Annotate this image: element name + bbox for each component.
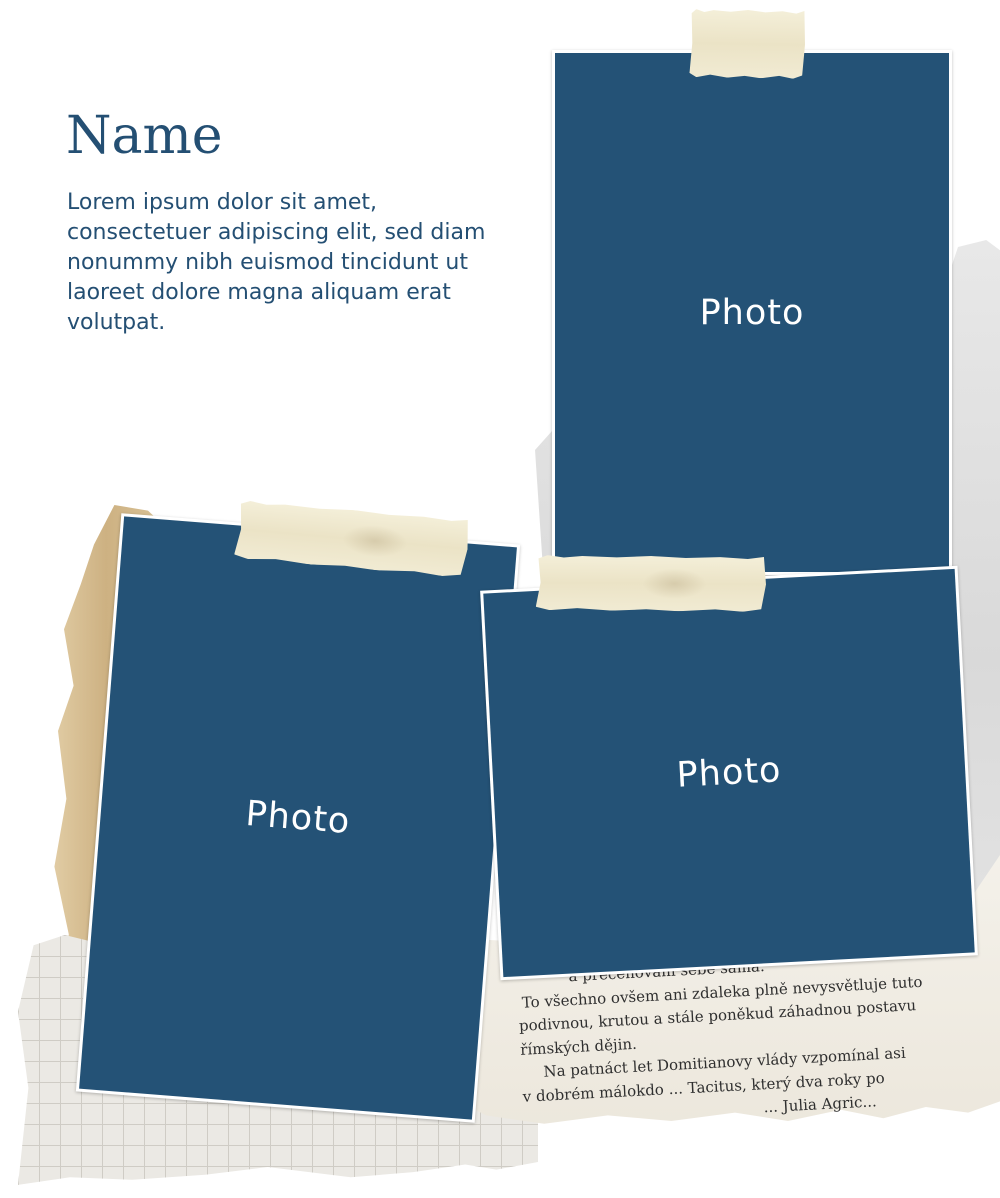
- tape-wrinkle: [339, 521, 411, 562]
- tape-strip: [536, 555, 766, 612]
- photo-frame-top-right[interactable]: Photo: [552, 50, 952, 575]
- photo-frame-bottom-right[interactable]: Photo: [480, 565, 978, 981]
- description-text: Lorem ipsum dolor sit amet, consectetuer…: [67, 190, 486, 335]
- photo-placeholder[interactable]: Photo: [483, 568, 975, 978]
- name-heading: Name: [66, 106, 223, 166]
- tape-wrinkle: [639, 567, 708, 601]
- photo-placeholder[interactable]: Photo: [555, 53, 949, 572]
- tape-strip: [689, 9, 805, 79]
- photo-placeholder[interactable]: Photo: [79, 516, 517, 1120]
- photo-label: Photo: [244, 793, 352, 843]
- photo-label: Photo: [675, 750, 783, 796]
- photo-frame-bottom-left[interactable]: Photo: [75, 513, 521, 1123]
- photo-label: Photo: [699, 292, 805, 333]
